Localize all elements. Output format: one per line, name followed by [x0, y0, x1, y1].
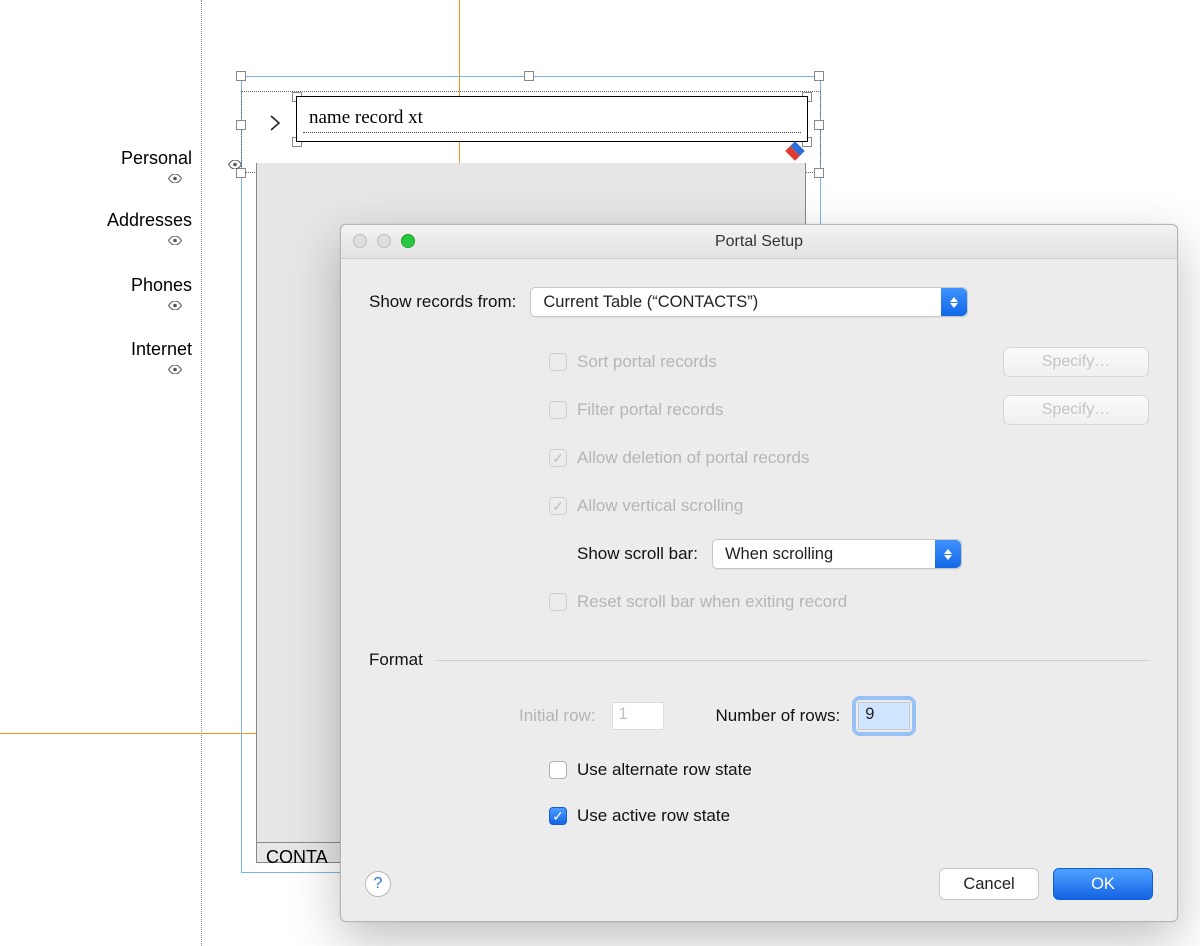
show-records-label: Show records from: [369, 292, 516, 312]
dialog-title: Portal Setup [341, 233, 1177, 251]
show-scrollbar-label: Show scroll bar: [577, 544, 698, 564]
field-baseline [303, 132, 801, 133]
ok-button[interactable]: OK [1053, 868, 1153, 900]
field-label-internet: Internet [0, 339, 192, 360]
allow-delete-checkbox: ✓ [549, 449, 567, 467]
field-label-phones: Phones [0, 275, 192, 296]
input-value: 1 [619, 705, 628, 723]
visibility-eye-icon[interactable] [168, 174, 182, 183]
part-boundary-vertical [201, 0, 202, 946]
selection-handle[interactable] [524, 71, 534, 81]
window-close-icon[interactable] [353, 234, 367, 248]
label-text: Phones [131, 275, 192, 295]
initial-row-input: 1 [612, 702, 664, 730]
select-value: Current Table (“CONTACTS”) [543, 293, 758, 312]
initial-row-label: Initial row: [519, 706, 596, 726]
visibility-eye-icon[interactable] [228, 156, 242, 173]
filter-records-checkbox [549, 401, 567, 419]
format-section-header: Format [369, 650, 423, 670]
sort-records-checkbox [549, 353, 567, 371]
filter-specify-button: Specify… [1003, 395, 1149, 425]
button-label: Specify… [1042, 401, 1110, 419]
help-button[interactable]: ? [365, 871, 391, 897]
field-placeholder: name record xt [309, 107, 423, 128]
portal-row-field[interactable]: name record xt [296, 96, 808, 142]
sort-records-label: Sort portal records [577, 352, 717, 372]
visibility-eye-icon[interactable] [168, 301, 182, 310]
dropdown-arrows-icon [935, 540, 961, 568]
popover-chevron-icon[interactable] [264, 112, 286, 134]
field-label-personal: Personal [0, 148, 192, 169]
selection-handle[interactable] [814, 168, 824, 178]
dropdown-arrows-icon [941, 288, 967, 316]
selection-handle[interactable] [814, 71, 824, 81]
help-icon: ? [374, 875, 383, 893]
show-records-from-select[interactable]: Current Table (“CONTACTS”) [530, 287, 968, 317]
section-divider [437, 660, 1149, 661]
selection-handle[interactable] [236, 71, 246, 81]
visibility-eye-icon[interactable] [168, 236, 182, 245]
button-label: OK [1091, 875, 1115, 894]
selection-handle[interactable] [814, 120, 824, 130]
field-label-addresses: Addresses [0, 210, 192, 231]
allow-scroll-label: Allow vertical scrolling [577, 496, 743, 516]
cancel-button[interactable]: Cancel [939, 868, 1039, 900]
active-row-label: Use active row state [577, 806, 730, 826]
button-label: Specify… [1042, 353, 1110, 371]
label-text: Personal [121, 148, 192, 168]
active-row-checkbox[interactable]: ✓ [549, 807, 567, 825]
portal-setup-dialog: Portal Setup Show records from: Current … [340, 224, 1178, 922]
selection-handle[interactable] [236, 120, 246, 130]
reset-scroll-checkbox [549, 593, 567, 611]
input-value: 9 [865, 705, 874, 723]
dialog-titlebar[interactable]: Portal Setup [341, 225, 1177, 259]
sort-specify-button: Specify… [1003, 347, 1149, 377]
select-value: When scrolling [725, 545, 833, 564]
allow-delete-label: Allow deletion of portal records [577, 448, 809, 468]
alternate-row-label: Use alternate row state [577, 760, 752, 780]
visibility-eye-icon[interactable] [168, 365, 182, 374]
reset-scroll-label: Reset scroll bar when exiting record [577, 592, 847, 612]
number-of-rows-label: Number of rows: [716, 706, 841, 726]
number-of-rows-input[interactable]: 9 [858, 702, 910, 730]
filter-records-label: Filter portal records [577, 400, 723, 420]
alternate-row-checkbox[interactable] [549, 761, 567, 779]
layout-canvas: Personal Addresses Phones Internet [0, 0, 1200, 946]
window-minimize-icon[interactable] [377, 234, 391, 248]
button-label: Cancel [963, 875, 1014, 894]
allow-scroll-checkbox: ✓ [549, 497, 567, 515]
label-text: Addresses [107, 210, 192, 230]
window-zoom-icon[interactable] [401, 234, 415, 248]
show-scrollbar-select[interactable]: When scrolling [712, 539, 962, 569]
label-text: Internet [131, 339, 192, 359]
